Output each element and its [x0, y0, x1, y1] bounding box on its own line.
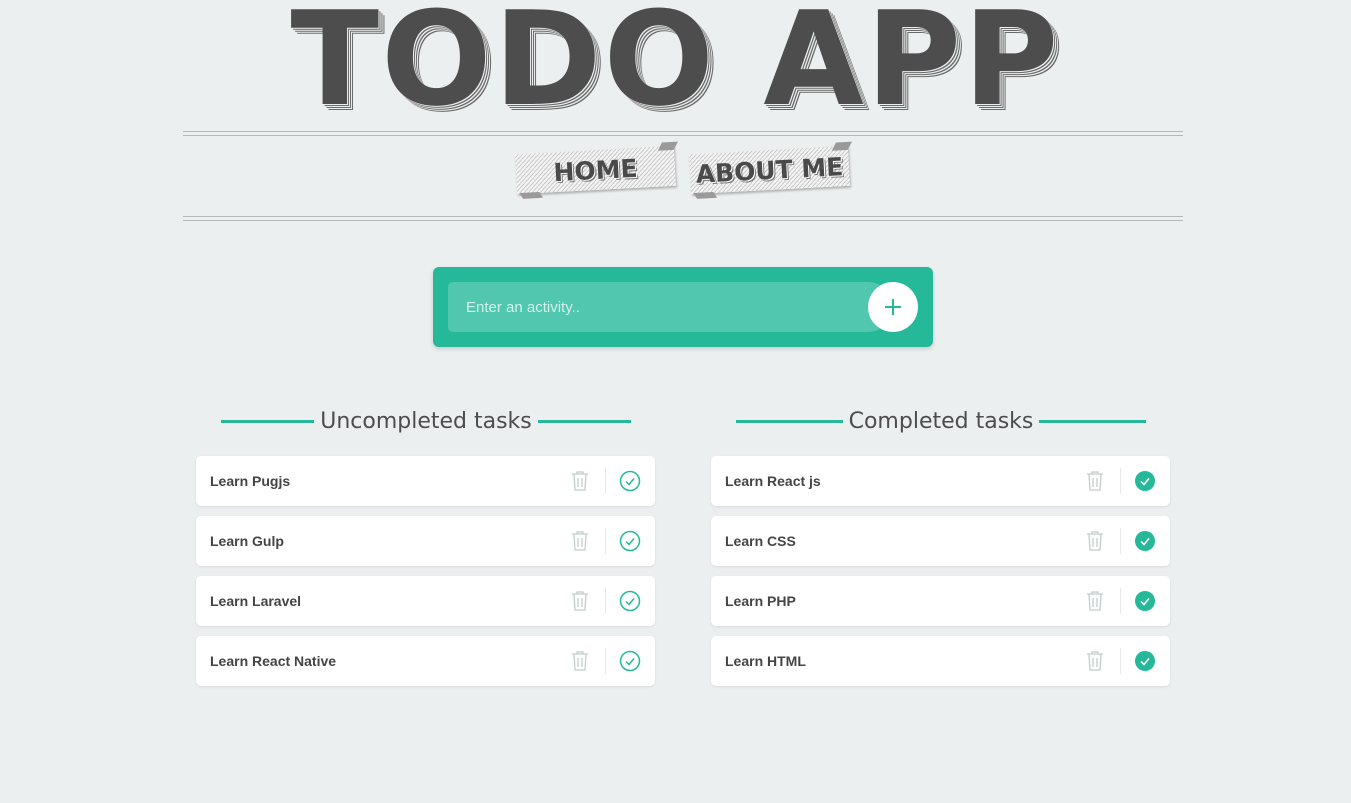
- activity-input[interactable]: [448, 282, 893, 332]
- task-label: Learn Pugjs: [210, 473, 291, 489]
- check-circle-icon[interactable]: [619, 470, 641, 492]
- heading-line-right: [537, 419, 631, 423]
- task-label: Learn Laravel: [210, 593, 302, 609]
- trash-icon[interactable]: [1081, 649, 1109, 673]
- divider: [605, 648, 606, 674]
- task-label: Learn React Native: [210, 653, 337, 669]
- heading-line-left: [221, 419, 315, 423]
- task-item: Learn React Native: [196, 636, 655, 686]
- task-label: Learn React js: [725, 473, 821, 489]
- app-title: TODO APP: [290, 0, 1061, 135]
- check-circle-filled-icon[interactable]: [1134, 530, 1156, 552]
- check-circle-filled-icon[interactable]: [1134, 590, 1156, 612]
- divider: [1120, 648, 1121, 674]
- uncompleted-heading: Uncompleted tasks: [221, 403, 631, 439]
- trash-icon[interactable]: [1081, 589, 1109, 613]
- task-item: Learn Laravel: [196, 576, 655, 626]
- task-label: Learn CSS: [725, 533, 796, 549]
- task-item: Learn HTML: [711, 636, 1170, 686]
- add-task-button[interactable]: [868, 282, 918, 332]
- nav-about-button[interactable]: ABOUT ME: [689, 145, 850, 195]
- nav-home-label: HOME: [552, 153, 639, 187]
- divider: [605, 528, 606, 554]
- task-label: Learn HTML: [725, 653, 806, 669]
- check-circle-filled-icon[interactable]: [1134, 470, 1156, 492]
- divider: [1120, 468, 1121, 494]
- task-item: Learn Pugjs: [196, 456, 655, 506]
- check-circle-icon[interactable]: [619, 530, 641, 552]
- plus-icon: [885, 299, 901, 315]
- check-circle-icon[interactable]: [619, 590, 641, 612]
- task-item: Learn Gulp: [196, 516, 655, 566]
- completed-heading-text: Completed tasks: [848, 408, 1034, 434]
- heading-line-right: [1039, 419, 1146, 423]
- task-label: Learn Gulp: [210, 533, 284, 549]
- trash-icon[interactable]: [1081, 469, 1109, 493]
- divider: [1120, 588, 1121, 614]
- header-divider-top: [183, 131, 1183, 136]
- task-item: Learn React js: [711, 456, 1170, 506]
- task-item: Learn CSS: [711, 516, 1170, 566]
- header-divider-bottom: [183, 216, 1183, 221]
- uncompleted-list: Learn Pugjs Learn Gulp Learn Laravel Lea…: [196, 456, 655, 696]
- trash-icon[interactable]: [566, 589, 594, 613]
- divider: [1120, 528, 1121, 554]
- trash-icon[interactable]: [1081, 529, 1109, 553]
- check-circle-filled-icon[interactable]: [1134, 650, 1156, 672]
- trash-icon[interactable]: [566, 469, 594, 493]
- trash-icon[interactable]: [566, 649, 594, 673]
- task-item: Learn PHP: [711, 576, 1170, 626]
- nav-home-button[interactable]: HOME: [515, 145, 676, 195]
- add-task-panel: [433, 267, 933, 347]
- check-circle-icon[interactable]: [619, 650, 641, 672]
- heading-line-left: [736, 419, 843, 423]
- completed-heading: Completed tasks: [736, 403, 1146, 439]
- divider: [605, 588, 606, 614]
- nav-about-label: ABOUT ME: [694, 151, 844, 189]
- uncompleted-heading-text: Uncompleted tasks: [320, 408, 532, 434]
- completed-list: Learn React js Learn CSS Learn PHP Learn…: [711, 456, 1170, 696]
- trash-icon[interactable]: [566, 529, 594, 553]
- task-label: Learn PHP: [725, 593, 796, 609]
- divider: [605, 468, 606, 494]
